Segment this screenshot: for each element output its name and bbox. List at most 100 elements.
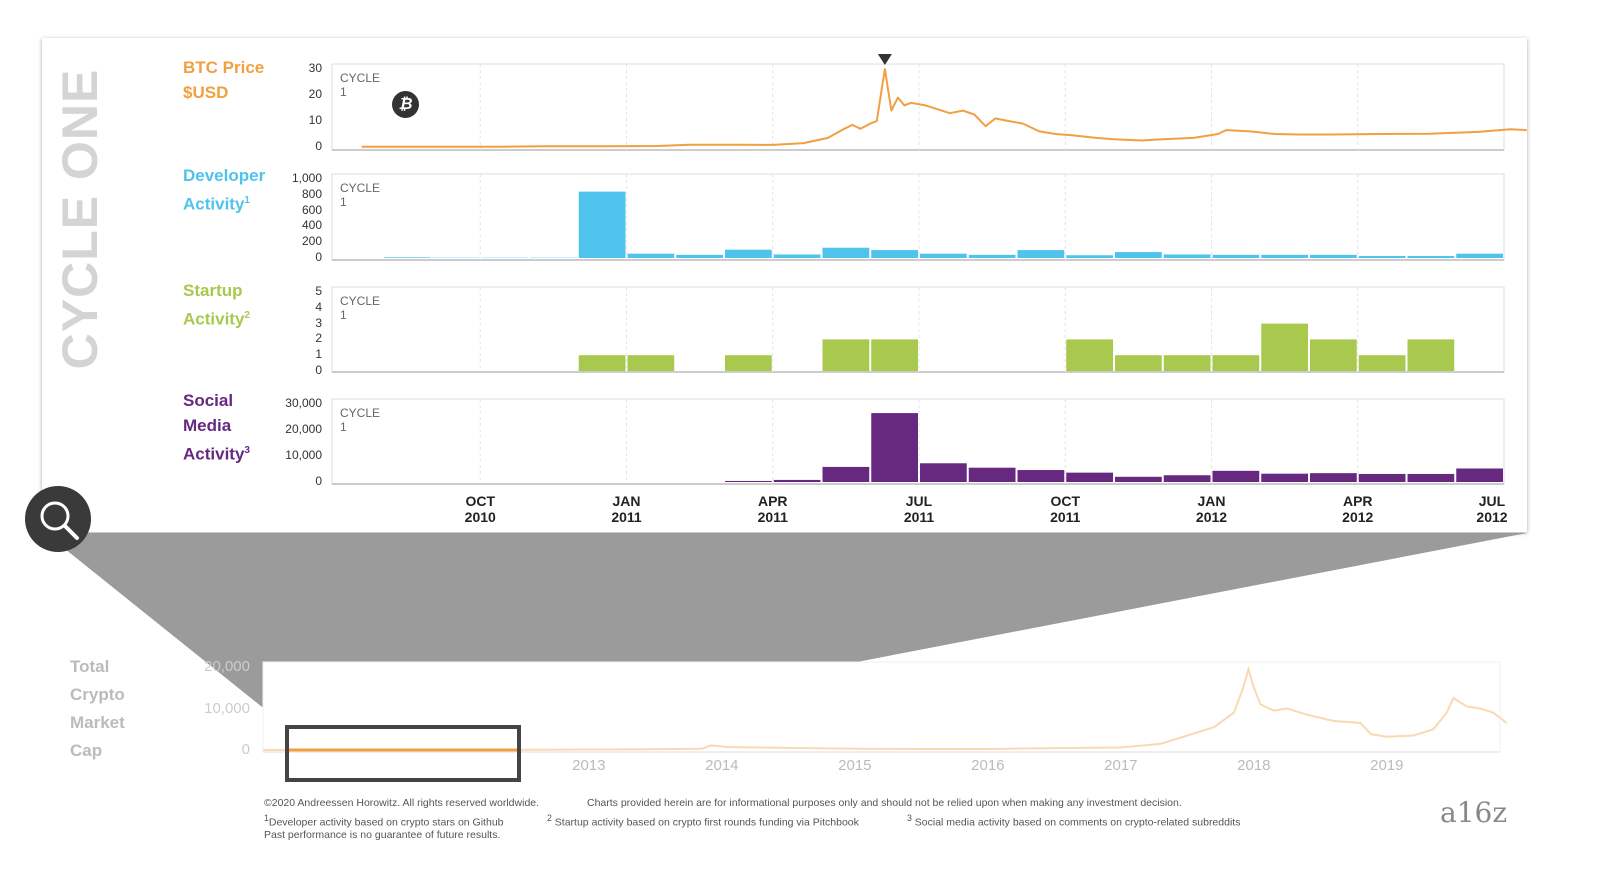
y-tick-label: 3 <box>315 315 322 330</box>
bar <box>1066 255 1113 258</box>
bar <box>1163 355 1211 371</box>
bar <box>725 480 772 482</box>
market-cap-frame <box>262 661 1501 753</box>
plot-frame <box>331 63 1505 151</box>
developer-title-line: Activity <box>183 194 245 214</box>
y-tick-label: 0 <box>315 363 322 377</box>
x-tick-month: JUL <box>1478 493 1506 509</box>
cycle-label: CYCLE 1 <box>340 71 381 99</box>
bar <box>871 250 918 258</box>
bar <box>1310 339 1357 371</box>
y-tick-label: 1 <box>315 347 322 362</box>
market-cap-title-line: Total <box>70 657 110 676</box>
developer-title-line: Developer <box>183 166 266 185</box>
market-cap-x-tick: 2017 <box>1104 757 1138 774</box>
bar <box>1456 468 1503 482</box>
market-cap-x-tick: 2013 <box>572 757 606 774</box>
bar <box>968 467 1016 482</box>
bar <box>1163 254 1211 258</box>
market-cap-title-line: Crypto <box>70 685 125 704</box>
y-tick-label: 1,000 <box>291 171 322 185</box>
a16z-logo: a16z <box>1440 796 1508 829</box>
startup-title-line: Activity <box>183 309 245 329</box>
btc-title-line: BTC Price <box>183 58 265 77</box>
market-cap-y-tick: 10,000 <box>204 699 250 717</box>
bar <box>1358 355 1406 371</box>
cycle-label: CYCLE 1 <box>340 406 381 434</box>
x-tick-month: APR <box>757 493 788 509</box>
footnote-text: Social media activity based on comments … <box>914 816 1241 829</box>
footnote-mark: 2 <box>547 813 552 823</box>
x-tick-label: OCT 2010 <box>440 493 520 525</box>
bar <box>1261 254 1308 258</box>
social-title-line: Activity <box>183 444 245 464</box>
bar <box>773 479 821 482</box>
bar <box>578 191 626 258</box>
footer-note-2: 2 Startup activity based on crypto first… <box>547 813 859 829</box>
x-tick-year: 2011 <box>757 509 788 525</box>
bar <box>1358 256 1406 258</box>
bar <box>1407 256 1455 258</box>
footnote-text: Developer activity based on crypto stars… <box>268 816 504 829</box>
magnifier-button[interactable] <box>25 486 91 552</box>
bar <box>871 339 918 371</box>
startup-title: Startup Activity2 <box>183 278 250 332</box>
bar <box>1017 470 1065 482</box>
bar <box>1017 250 1065 258</box>
social-title: Social Media Activity3 <box>183 388 250 467</box>
bar <box>1212 470 1260 482</box>
bar <box>676 254 723 258</box>
bar <box>1212 355 1260 371</box>
bar <box>1358 473 1406 482</box>
x-tick-month: JAN <box>1197 493 1226 509</box>
x-tick-year: 2011 <box>611 509 642 525</box>
market-cap-title: Total Crypto Market Cap <box>70 653 125 765</box>
bar <box>1066 339 1113 371</box>
bar <box>822 466 870 482</box>
x-tick-year: 2012 <box>1195 509 1228 525</box>
cycle-label: CYCLE 1 <box>340 294 381 322</box>
y-tick-label: 600 <box>301 202 322 217</box>
bar <box>578 355 626 371</box>
x-tick-year: 2011 <box>1050 509 1081 525</box>
footnote-mark: 3 <box>907 813 912 823</box>
footnote-mark: 3 <box>244 445 250 456</box>
footer-disclaimer: Charts provided herein are for informati… <box>587 797 1182 809</box>
magnifier-icon <box>40 501 79 540</box>
bar <box>1261 473 1308 482</box>
bar <box>627 253 675 258</box>
bar <box>1115 355 1162 371</box>
market-cap-x-tick: 2019 <box>1370 757 1404 774</box>
market-cap-title-line: Market <box>70 713 125 732</box>
bitcoin-icon: ₿ <box>392 91 419 118</box>
x-tick-year: 2011 <box>903 509 935 525</box>
bar <box>383 257 431 258</box>
y-tick-label: 0 <box>315 139 322 153</box>
bar <box>1456 253 1503 258</box>
bar <box>1212 254 1260 258</box>
developer-title: Developer Activity1 <box>183 163 265 217</box>
x-tick-label: JUL 2012 <box>1452 493 1532 525</box>
y-tick-label: 30 <box>308 61 322 75</box>
x-tick-month: APR <box>1342 493 1373 509</box>
x-tick-label: OCT 2011 <box>1025 493 1105 525</box>
market-cap-x-tick: 2014 <box>705 757 739 774</box>
bar <box>725 355 772 371</box>
x-tick-month: JUL <box>905 493 933 509</box>
y-tick-label: 30,000 <box>285 396 322 410</box>
x-tick-year: 2012 <box>1342 509 1374 525</box>
footer-note-3: 3 Social media activity based on comment… <box>907 813 1240 829</box>
bar <box>725 249 772 258</box>
startup-title-line: Startup <box>183 281 243 300</box>
footer-copyright: ©2020 Andreessen Horowitz. All rights re… <box>264 797 540 809</box>
x-tick-year: 2012 <box>1476 509 1508 525</box>
y-tick-label: 0 <box>315 250 322 264</box>
y-tick-label: 200 <box>301 234 322 249</box>
x-tick-label: JAN 2011 <box>587 493 667 525</box>
footnote-text: Startup activity based on crypto first r… <box>554 816 859 829</box>
bar <box>871 413 918 482</box>
market-cap-title-line: Cap <box>70 741 103 760</box>
x-tick-label: JUL 2011 <box>879 493 959 525</box>
bar <box>920 463 967 482</box>
y-tick-label: 0 <box>315 474 322 488</box>
